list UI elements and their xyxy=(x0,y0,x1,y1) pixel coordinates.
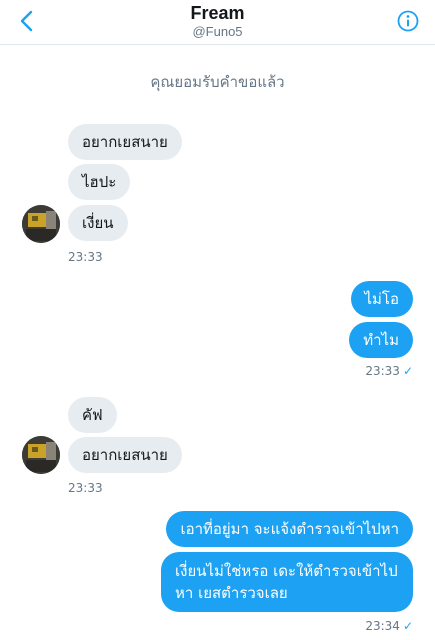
outgoing-message[interactable]: ไม่โอ xyxy=(350,281,413,317)
contact-avatar[interactable] xyxy=(22,205,60,243)
sent-check-icon: ✓ xyxy=(402,619,413,633)
info-icon[interactable] xyxy=(397,10,419,32)
outgoing-message[interactable]: ทำไม xyxy=(349,322,413,358)
message-timestamp-row: 23:33 ✓ xyxy=(365,364,413,378)
sent-check-icon: ✓ xyxy=(402,364,413,378)
contact-avatar[interactable] xyxy=(22,436,60,474)
conversation-header: Fream @Funo5 xyxy=(0,0,435,45)
outgoing-message[interactable]: เงี่ยนไม่ใช่หรอ เดะให้ตำรวจเข้าไปหา เยสต… xyxy=(161,552,413,612)
message-timestamp: 23:33 xyxy=(68,481,103,495)
incoming-message[interactable]: คัฟ xyxy=(68,397,117,433)
avatar-image xyxy=(22,205,60,243)
incoming-message[interactable]: ไฮปะ xyxy=(68,164,131,200)
message-timestamp-row: 23:34 ✓ xyxy=(365,619,413,633)
avatar-image xyxy=(22,436,60,474)
message-timestamp: 23:33 xyxy=(365,364,400,378)
request-accepted-notice: คุณยอมรับคำขอแล้ว xyxy=(150,73,285,91)
contact-handle: @Funo5 xyxy=(192,24,243,39)
conversation-title[interactable]: Fream @Funo5 xyxy=(0,2,435,40)
contact-name: Fream xyxy=(190,3,245,23)
incoming-message[interactable]: อยากเยสนาย xyxy=(68,437,182,473)
incoming-message[interactable]: เงี่ยน xyxy=(68,205,128,241)
incoming-message[interactable]: อยากเยสนาย xyxy=(68,124,182,160)
message-timestamp: 23:34 xyxy=(365,619,400,633)
message-timestamp: 23:33 xyxy=(68,250,103,264)
outgoing-message[interactable]: เอาที่อยู่มา จะแจ้งตำรวจเข้าไปหา xyxy=(166,511,413,547)
